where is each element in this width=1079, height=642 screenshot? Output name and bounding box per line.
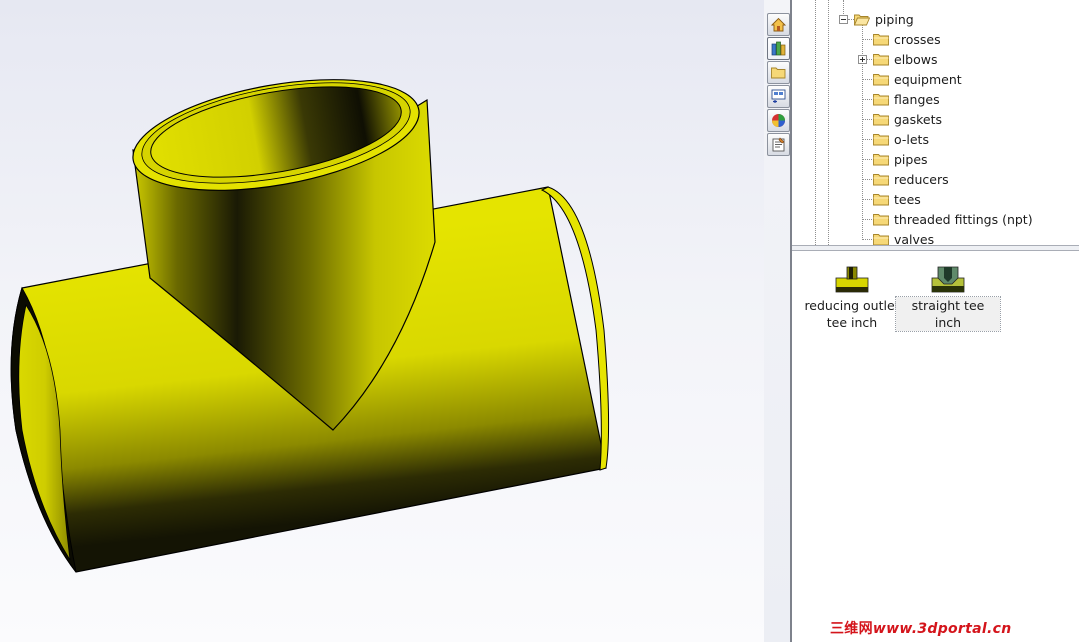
tree-node-tees[interactable]: tees — [873, 190, 921, 208]
view-palette-tab[interactable] — [767, 85, 790, 108]
tree-node-equipment[interactable]: equipment — [873, 70, 962, 88]
straight-tee-icon — [931, 266, 965, 293]
tree-node-reducers[interactable]: reducers — [873, 170, 949, 188]
tree-node-elbows[interactable]: elbows — [873, 50, 937, 68]
tree-node-label: elbows — [894, 51, 938, 67]
folder-icon — [873, 153, 889, 165]
appearances-tab[interactable] — [767, 109, 790, 132]
folder-icon — [873, 213, 889, 225]
folder-icon — [873, 113, 889, 125]
folder-icon — [873, 193, 889, 205]
tree-node-label: crosses — [894, 31, 941, 47]
folder-icon — [873, 133, 889, 145]
tree-node-label: reducers — [894, 171, 949, 187]
elbows-expand-toggle[interactable] — [858, 55, 867, 64]
tree-node-label: o-lets — [894, 131, 929, 147]
open-folder-icon — [854, 14, 870, 25]
task-pane-tabs — [764, 0, 792, 642]
tree-node-label: valves — [894, 231, 935, 246]
design-library-tree: piping crosses elbows equipment flanges … — [792, 0, 1079, 245]
tree-node-crosses[interactable]: crosses — [873, 30, 941, 48]
custom-properties-tab[interactable] — [767, 133, 790, 156]
tree-node-flanges[interactable]: flanges — [873, 90, 940, 108]
design-library-tab[interactable] — [767, 37, 790, 60]
library-item-label: reducing outlet tee inch — [804, 298, 900, 330]
reducing-tee-icon — [835, 266, 869, 293]
library-items-palette: reducing outlet tee inch straight tee in… — [792, 251, 1079, 642]
tee-model[interactable] — [0, 0, 764, 642]
folder-icon — [873, 53, 889, 65]
tree-node-gaskets[interactable]: gaskets — [873, 110, 942, 128]
task-pane: piping crosses elbows equipment flanges … — [790, 0, 1079, 642]
folder-icon — [873, 93, 889, 105]
view-palette-icon — [771, 89, 786, 103]
design-library-icon — [771, 41, 786, 56]
tree-node-label: threaded fittings (npt) — [894, 211, 1033, 227]
appearances-icon — [772, 114, 785, 127]
tree-node-label: piping — [875, 11, 914, 27]
graphics-viewport[interactable] — [0, 0, 764, 642]
library-item-straight-tee[interactable]: straight tee inch — [895, 264, 1001, 332]
home-icon — [770, 17, 787, 32]
tree-node-pipes[interactable]: pipes — [873, 150, 928, 168]
tree-node-piping[interactable]: piping — [854, 10, 914, 28]
file-explorer-icon — [771, 67, 786, 79]
file-explorer-tab[interactable] — [767, 61, 790, 84]
home-tab[interactable] — [767, 13, 790, 36]
folder-icon — [873, 173, 889, 185]
tree-node-o-lets[interactable]: o-lets — [873, 130, 929, 148]
tree-node-label: equipment — [894, 71, 962, 87]
tree-node-label: gaskets — [894, 111, 943, 127]
tree-node-label: tees — [894, 191, 921, 207]
library-item-reducing-outlet-tee[interactable]: reducing outlet tee inch — [800, 264, 904, 331]
piping-collapse-toggle[interactable] — [839, 15, 848, 24]
watermark-cn: 三维网 — [830, 621, 873, 637]
site-watermark: 三维网www.3dportal.cn — [830, 618, 1011, 638]
library-item-label: straight tee inch — [895, 296, 1001, 332]
folder-icon — [873, 233, 889, 245]
tree-node-valves[interactable]: valves — [873, 230, 934, 245]
tree-node-label: flanges — [894, 91, 940, 107]
custom-properties-icon — [772, 137, 785, 152]
folder-icon — [873, 33, 889, 45]
tree-node-label: pipes — [894, 151, 928, 167]
folder-icon — [873, 73, 889, 85]
tree-node-threaded-fittings[interactable]: threaded fittings (npt) — [873, 210, 1033, 228]
watermark-url: www.3dportal.cn — [872, 621, 1012, 637]
